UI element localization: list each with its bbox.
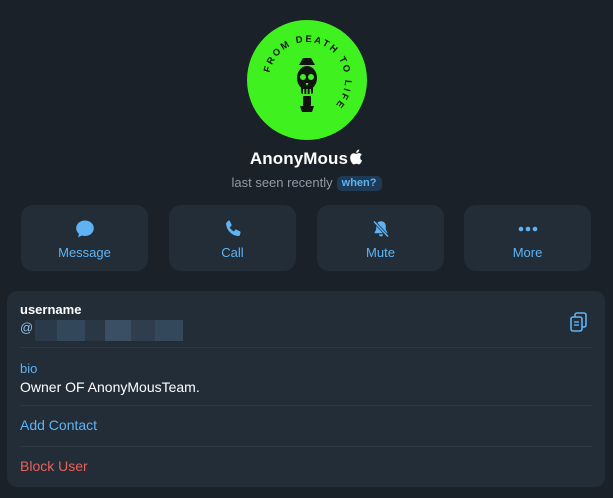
more-dots-icon [464,219,591,239]
mute-button-label: Mute [366,245,395,260]
bio-label: bio [20,361,38,376]
divider [20,405,592,406]
more-button-label: More [512,245,543,260]
skull-emblem-icon: FROM DEATH TO LIFE [262,34,351,112]
message-bubble-icon [21,219,148,239]
copy-icon[interactable] [568,311,590,338]
add-contact-button[interactable]: Add Contact [20,417,97,433]
apple-icon [349,149,363,170]
phone-icon [169,219,296,239]
username-value[interactable]: @ [20,320,33,335]
message-button-label: Message [58,245,111,260]
call-button[interactable]: Call [169,205,296,271]
bell-off-icon [317,219,444,239]
profile-name-text: AnonyMous [249,149,349,168]
action-buttons: Message Call Mute More [21,205,591,271]
profile-info-card: username @ bio Owner OF AnonyMousTeam. A… [7,291,605,487]
profile-name: AnonyMous [0,149,613,170]
mute-button[interactable]: Mute [317,205,444,271]
bio-text: Owner OF AnonyMousTeam. [20,379,200,395]
block-user-button[interactable]: Block User [20,458,88,474]
call-button-label: Call [221,245,244,260]
last-seen-text: last seen recently [231,175,333,190]
message-button[interactable]: Message [21,205,148,271]
avatar[interactable]: FROM DEATH TO LIFE [247,20,367,140]
username-redaction [35,320,183,341]
more-button[interactable]: More [464,205,591,271]
when-badge[interactable]: when? [336,176,382,191]
username-label: username [20,302,82,317]
last-seen-status: last seen recently when? [0,175,613,191]
divider [20,446,592,447]
divider [20,347,592,348]
